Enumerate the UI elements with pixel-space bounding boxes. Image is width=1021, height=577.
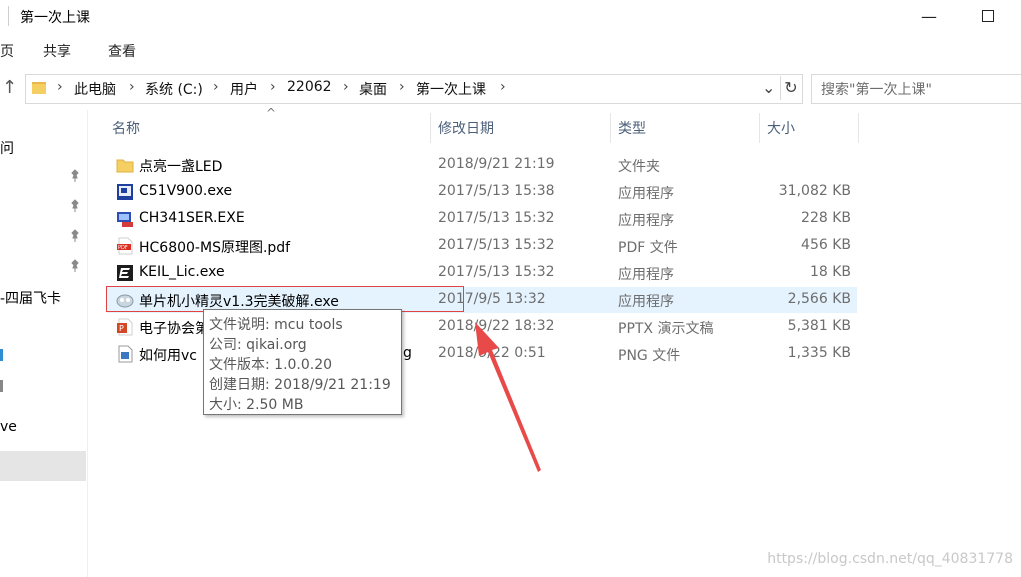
crumb-separator: › [129, 79, 135, 95]
file-size: 456 KB [801, 237, 851, 253]
title-divider [8, 6, 9, 26]
file-name: 单片机小精灵v1.3完美破解.exe [139, 294, 339, 310]
file-date: 2017/5/13 15:32 [438, 210, 555, 226]
file-info-tooltip: 文件说明: mcu tools 公司: qikai.org 文件版本: 1.0.… [203, 309, 402, 415]
annotation-arrow [475, 322, 541, 472]
file-type: 应用程序 [618, 267, 674, 283]
file-type: 文件夹 [618, 159, 660, 175]
search-placeholder: 搜索"第一次上课" [821, 82, 932, 98]
column-header-size[interactable]: 大小 [767, 113, 857, 143]
crumb-separator: › [343, 79, 349, 95]
mcu-tool-icon [116, 294, 134, 308]
file-date: 2017/5/13 15:38 [438, 183, 555, 199]
tab-share[interactable]: 共享 [43, 41, 71, 61]
file-type: 应用程序 [618, 294, 674, 310]
address-bar[interactable] [25, 74, 803, 104]
file-name: C51V900.exe [139, 183, 233, 199]
file-size: 31,082 KB [778, 183, 851, 199]
file-name: CH341SER.EXE [139, 210, 245, 226]
file-name: 点亮一盏LED [139, 159, 223, 175]
folder-location-icon [32, 82, 46, 94]
maximize-icon [982, 10, 994, 22]
file-row[interactable]: C51V900.exe 2017/5/13 15:38 应用程序 31,082 … [107, 179, 857, 205]
address-history-dropdown[interactable]: ⌄ [762, 78, 775, 97]
pin-icon [71, 229, 79, 242]
file-date: 2017/5/13 15:32 [438, 237, 555, 253]
file-row[interactable]: CH341SER.EXE 2017/5/13 15:32 应用程序 228 KB [107, 206, 857, 232]
crumb-desktop[interactable]: 桌面 [359, 79, 387, 99]
svg-text:P: P [119, 324, 124, 333]
file-type: PPTX 演示文稿 [618, 321, 714, 337]
file-row[interactable]: PDF HC6800-MS原理图.pdf 2017/5/13 15:32 PDF… [107, 233, 857, 259]
file-size: 18 KB [809, 264, 851, 280]
file-name: 如何用vc [139, 348, 197, 364]
file-size: 1,335 KB [787, 345, 851, 361]
pin-icon [71, 169, 79, 182]
file-size: 5,381 KB [787, 318, 851, 334]
png-icon [118, 345, 133, 363]
minimize-button[interactable]: — [906, 0, 952, 32]
column-divider[interactable] [610, 113, 611, 143]
file-type: 应用程序 [618, 186, 674, 202]
file-name: HC6800-MS原理图.pdf [139, 240, 291, 256]
column-header-name[interactable]: 名称 [112, 113, 429, 143]
column-header-type[interactable]: 类型 [618, 113, 758, 143]
file-size: 228 KB [801, 210, 851, 226]
file-date: 2017/5/13 15:32 [438, 264, 555, 280]
application-icon [117, 184, 133, 200]
column-divider[interactable] [858, 113, 859, 143]
maximize-button[interactable] [965, 0, 1011, 32]
file-name: KEIL_Lic.exe [139, 264, 225, 280]
crumb-this-pc[interactable]: 此电脑 [74, 79, 116, 99]
file-name: 电子协会第 [139, 321, 209, 337]
column-divider[interactable] [430, 113, 431, 143]
nav-item-marker [0, 380, 3, 392]
installer-icon [117, 212, 133, 227]
crumb-separator: › [500, 79, 506, 95]
folder-icon [116, 159, 134, 173]
watermark: https://blog.csdn.net/qq_40831778 [767, 551, 1013, 567]
window-title: 第一次上课 [20, 10, 90, 26]
file-row[interactable]: 点亮一盏LED 2018/9/21 21:19 文件夹 [107, 152, 857, 178]
refresh-button[interactable]: ↻ [780, 76, 801, 100]
nav-item-selected[interactable] [0, 451, 86, 481]
crumb-separator: › [399, 79, 405, 95]
file-type: PDF 文件 [618, 240, 678, 256]
crumb-separator: › [270, 79, 276, 95]
nav-item-truncated[interactable]: 问 [0, 138, 14, 158]
up-button[interactable]: ↑ [2, 77, 17, 98]
file-date: 2018/9/21 21:19 [438, 156, 555, 172]
pptx-icon: P [117, 318, 133, 336]
column-header-date[interactable]: 修改日期 [438, 113, 608, 143]
file-date: 2017/9/5 13:32 [438, 291, 546, 307]
tab-home[interactable]: 页 [0, 41, 14, 61]
file-size: 2,566 KB [787, 291, 851, 307]
nav-item-onedrive[interactable]: ve [0, 419, 17, 435]
file-row[interactable]: KEIL_Lic.exe 2017/5/13 15:32 应用程序 18 KB [107, 260, 857, 286]
crumb-users[interactable]: 用户 [230, 79, 258, 99]
file-type: 应用程序 [618, 213, 674, 229]
crumb-separator: › [213, 79, 219, 95]
crumb-user[interactable]: 22062 [287, 79, 332, 95]
svg-text:PDF: PDF [118, 245, 128, 251]
tooltip-created: 创建日期: 2018/9/21 21:19 [209, 377, 391, 393]
tooltip-version: 文件版本: 1.0.0.20 [209, 357, 333, 373]
tooltip-description: 文件说明: mcu tools [209, 317, 343, 333]
tooltip-company: 公司: qikai.org [209, 337, 307, 353]
crumb-current-folder[interactable]: 第一次上课 [416, 79, 486, 99]
column-divider[interactable] [759, 113, 760, 143]
crumb-separator: › [57, 79, 63, 95]
pin-icon [71, 259, 79, 272]
keil-icon [117, 265, 133, 281]
file-name-tail: g [403, 345, 412, 361]
crumb-system-drive[interactable]: 系统 (C:) [145, 79, 203, 99]
pin-icon [71, 199, 79, 212]
nav-item-marker [0, 349, 3, 361]
title-bar [0, 0, 1021, 32]
tooltip-size: 大小: 2.50 MB [209, 397, 304, 413]
pdf-icon: PDF [117, 237, 133, 255]
file-type: PNG 文件 [618, 348, 681, 364]
nav-item-folder[interactable]: -四届飞卡 [0, 288, 61, 308]
tab-view[interactable]: 查看 [108, 41, 136, 61]
